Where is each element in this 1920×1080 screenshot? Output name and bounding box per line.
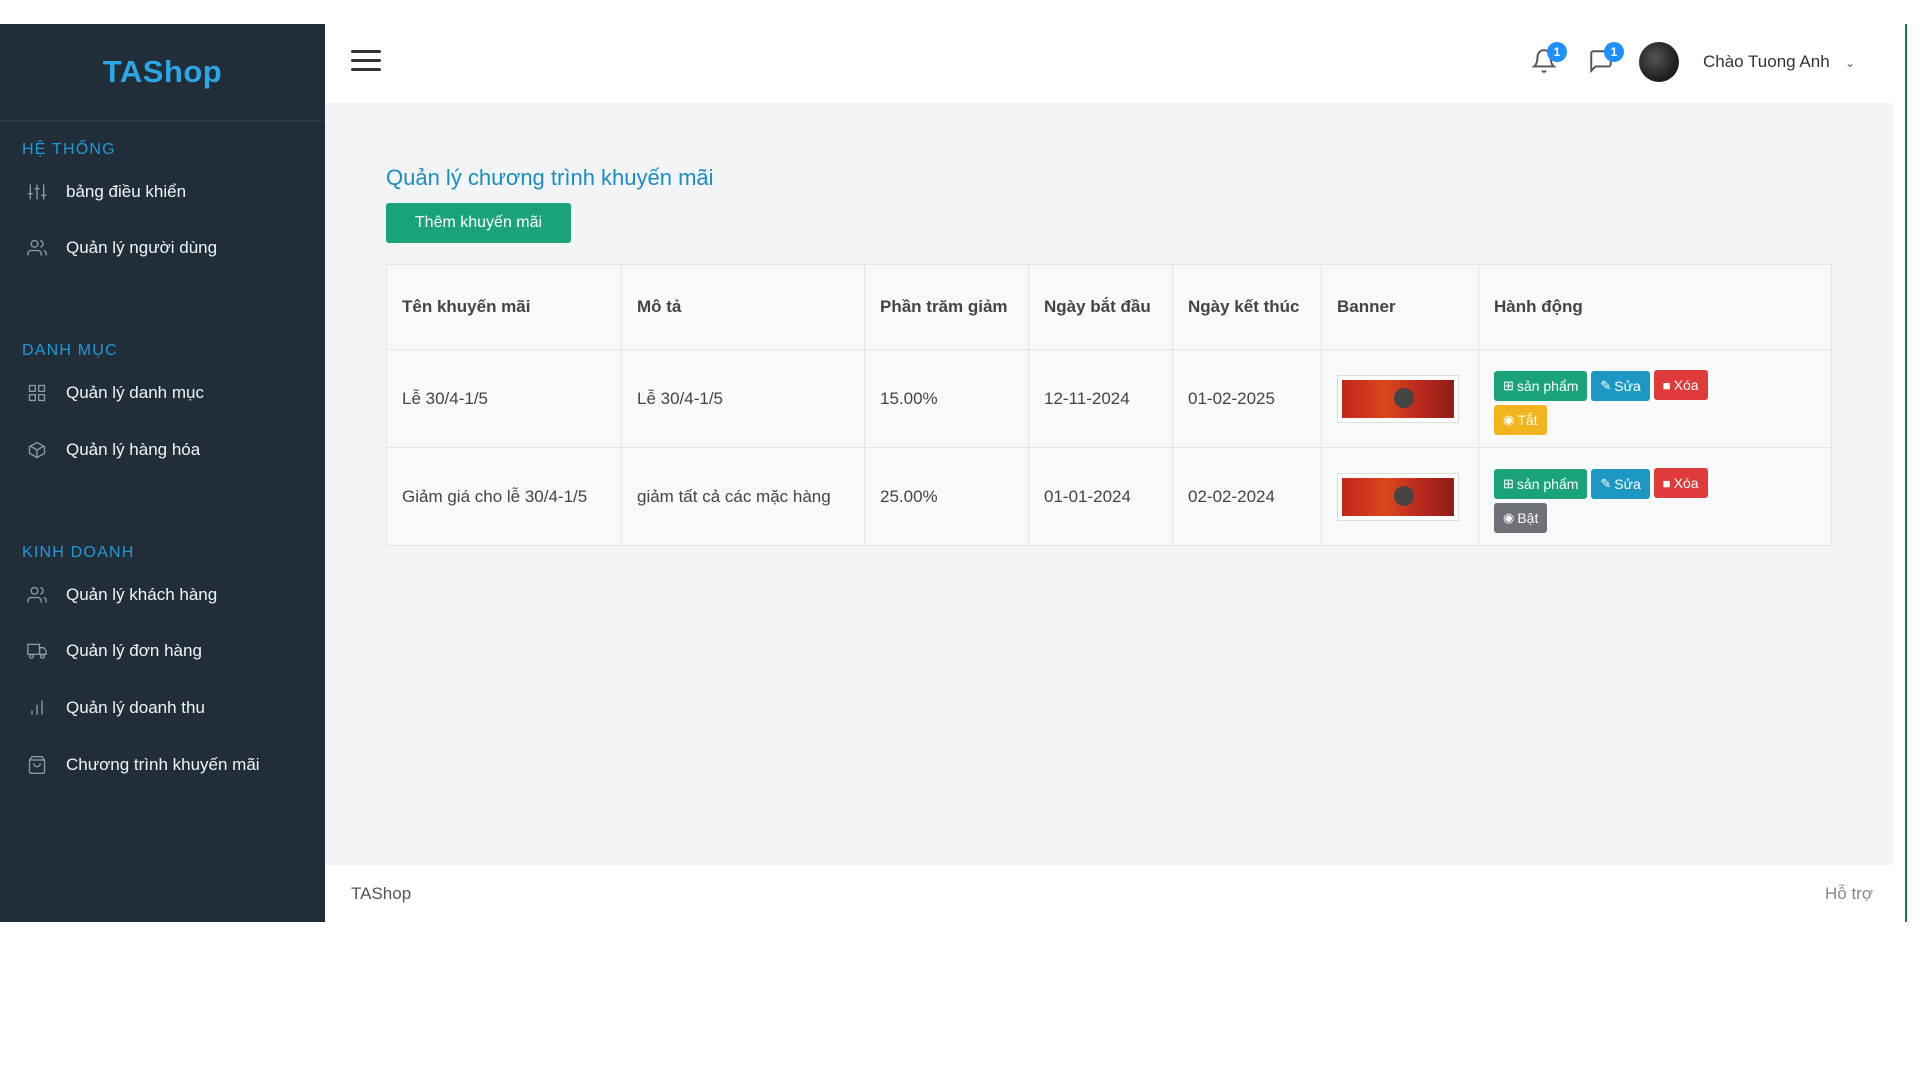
promo-percent: 25.00% [864, 447, 1029, 546]
promo-percent: 15.00% [864, 349, 1029, 448]
sidebar: TAShop HỆ THỐNG bảng điều khiển Quản lý … [0, 24, 325, 922]
grid-icon [26, 382, 48, 404]
toggle-label: Tắt [1517, 411, 1538, 428]
avatar[interactable] [1639, 42, 1679, 82]
main-content: Quản lý chương trình khuyến mãi Thêm khu… [325, 103, 1893, 865]
column-header: Ngày kết thúc [1172, 264, 1322, 350]
products-label: sản phẩm [1516, 377, 1579, 394]
user-greeting[interactable]: Chào Tuong Anh [1703, 52, 1830, 72]
table-header-row: Tên khuyến mãi Mô tả Phần trăm giảm Ngày… [386, 264, 1832, 350]
column-header: Phần trăm giảm [864, 264, 1029, 350]
products-label: sản phẩm [1516, 475, 1579, 492]
shopping-bag-icon [26, 754, 48, 776]
footer-brand: TAShop [351, 884, 412, 903]
notification-badge: 1 [1547, 42, 1567, 62]
edit-icon: ✎ [1600, 377, 1612, 393]
support-link[interactable]: Hỗ trợ [1825, 884, 1873, 904]
brand-name[interactable]: TAShop [103, 54, 223, 90]
admin-app: TAShop HỆ THỐNG bảng điều khiển Quản lý … [0, 24, 1907, 922]
sidebar-item-label: Quản lý đơn hàng [66, 641, 202, 660]
plus-square-icon: ⊞ [1503, 475, 1514, 491]
truck-icon [26, 640, 48, 662]
edit-label: Sửa [1614, 475, 1641, 492]
sidebar-item-products[interactable]: Quản lý hàng hóa [0, 427, 325, 473]
table-row: Giảm giá cho lễ 30/4-1/5 giảm tất cả các… [386, 447, 1832, 546]
sidebar-item-label: Quản lý danh mục [66, 383, 204, 402]
trash-icon: ■ [1662, 475, 1671, 491]
edit-button[interactable]: ✎ Sửa [1591, 468, 1650, 499]
column-header: Banner [1321, 264, 1479, 350]
promotions-table-wrapper: Tên khuyến mãi Mô tả Phần trăm giảm Ngày… [386, 264, 1832, 546]
promo-start-date: 01-01-2024 [1028, 447, 1173, 546]
sidebar-item-orders[interactable]: Quản lý đơn hàng [0, 628, 325, 674]
bar-chart-icon [26, 697, 48, 719]
users-icon [26, 237, 48, 259]
delete-button[interactable]: ■ Xóa [1653, 468, 1708, 499]
sidebar-item-customers[interactable]: Quản lý khách hàng [0, 572, 325, 618]
delete-button[interactable]: ■ Xóa [1653, 370, 1708, 401]
brand-logo[interactable]: TAShop [0, 24, 325, 121]
actions-cell: ⊞ sản phẩm ✎ Sửa ■ Xóa ◉ Tắt [1478, 349, 1832, 448]
toggle-off-button[interactable]: ◉ Tắt [1494, 404, 1547, 435]
promo-start-date: 12-11-2024 [1028, 349, 1173, 448]
top-header: 1 1 Chào Tuong Anh ⌄ [325, 24, 1893, 103]
promo-banner-cell [1321, 447, 1479, 546]
edit-button[interactable]: ✎ Sửa [1591, 370, 1650, 401]
sidebar-item-label: Quản lý doanh thu [66, 698, 205, 717]
promo-end-date: 01-02-2025 [1172, 349, 1322, 448]
sidebar-item-users[interactable]: Quản lý người dùng [0, 225, 325, 271]
promo-name: Lễ 30/4-1/5 [386, 349, 622, 448]
column-header: Tên khuyến mãi [386, 264, 622, 350]
column-header: Mô tả [621, 264, 865, 350]
delete-label: Xóa [1673, 377, 1699, 394]
sliders-icon [26, 181, 48, 203]
users-icon [26, 584, 48, 606]
promo-banner-image [1337, 374, 1459, 423]
sidebar-item-promotions[interactable]: Chương trình khuyến mãi [0, 742, 325, 788]
sidebar-item-categories[interactable]: Quản lý danh mục [0, 370, 325, 416]
delete-label: Xóa [1673, 475, 1699, 492]
sidebar-item-label: Quản lý khách hàng [66, 585, 218, 604]
sidebar-item-label: Quản lý hàng hóa [66, 440, 201, 459]
column-header: Hành động [1478, 264, 1832, 350]
promo-banner-cell [1321, 349, 1479, 448]
toggle-label: Bật [1517, 509, 1539, 526]
sidebar-item-label: Quản lý người dùng [66, 238, 218, 257]
promo-description: giảm tất cả các mặc hàng [621, 447, 865, 546]
page-title: Quản lý chương trình khuyến mãi [386, 165, 714, 190]
column-header: Ngày bắt đầu [1028, 264, 1173, 350]
promotions-table: Tên khuyến mãi Mô tả Phần trăm giảm Ngày… [386, 264, 1832, 546]
edit-icon: ✎ [1600, 475, 1612, 491]
trash-icon: ■ [1662, 377, 1671, 393]
table-row: Lễ 30/4-1/5 Lễ 30/4-1/5 15.00% 12-11-202… [386, 349, 1832, 448]
products-button[interactable]: ⊞ sản phẩm [1494, 370, 1588, 401]
messages-button[interactable]: 1 [1588, 42, 1624, 78]
footer: TAShop Hỗ trợ [325, 865, 1893, 922]
toggle-on-button[interactable]: ◉ Bật [1494, 502, 1548, 533]
add-promotion-button[interactable]: Thêm khuyến mãi [386, 203, 571, 243]
promo-description: Lễ 30/4-1/5 [621, 349, 865, 448]
message-badge: 1 [1604, 42, 1624, 62]
scrollbar[interactable] [1905, 24, 1907, 922]
products-button[interactable]: ⊞ sản phẩm [1494, 468, 1588, 499]
section-title-catalog: DANH MỤC [22, 342, 118, 359]
promo-banner-image [1337, 472, 1459, 521]
promo-name: Giảm giá cho lễ 30/4-1/5 [386, 447, 622, 546]
edit-label: Sửa [1614, 377, 1641, 394]
section-title-business: KINH DOANH [22, 544, 135, 561]
sidebar-item-dashboard[interactable]: bảng điều khiển [0, 169, 325, 215]
promo-end-date: 02-02-2024 [1172, 447, 1322, 546]
sidebar-item-label: bảng điều khiển [66, 182, 187, 201]
box-icon [26, 439, 48, 461]
toggle-icon: ◉ [1503, 509, 1515, 525]
actions-cell: ⊞ sản phẩm ✎ Sửa ■ Xóa ◉ Bật [1478, 447, 1832, 546]
section-title-system: HỆ THỐNG [22, 141, 116, 158]
menu-toggle-icon[interactable] [351, 50, 381, 74]
plus-square-icon: ⊞ [1503, 377, 1514, 393]
chevron-down-icon[interactable]: ⌄ [1845, 56, 1855, 70]
notifications-button[interactable]: 1 [1531, 42, 1567, 78]
toggle-icon: ◉ [1503, 411, 1515, 427]
sidebar-item-revenue[interactable]: Quản lý doanh thu [0, 685, 325, 731]
sidebar-item-label: Chương trình khuyến mãi [66, 755, 260, 774]
